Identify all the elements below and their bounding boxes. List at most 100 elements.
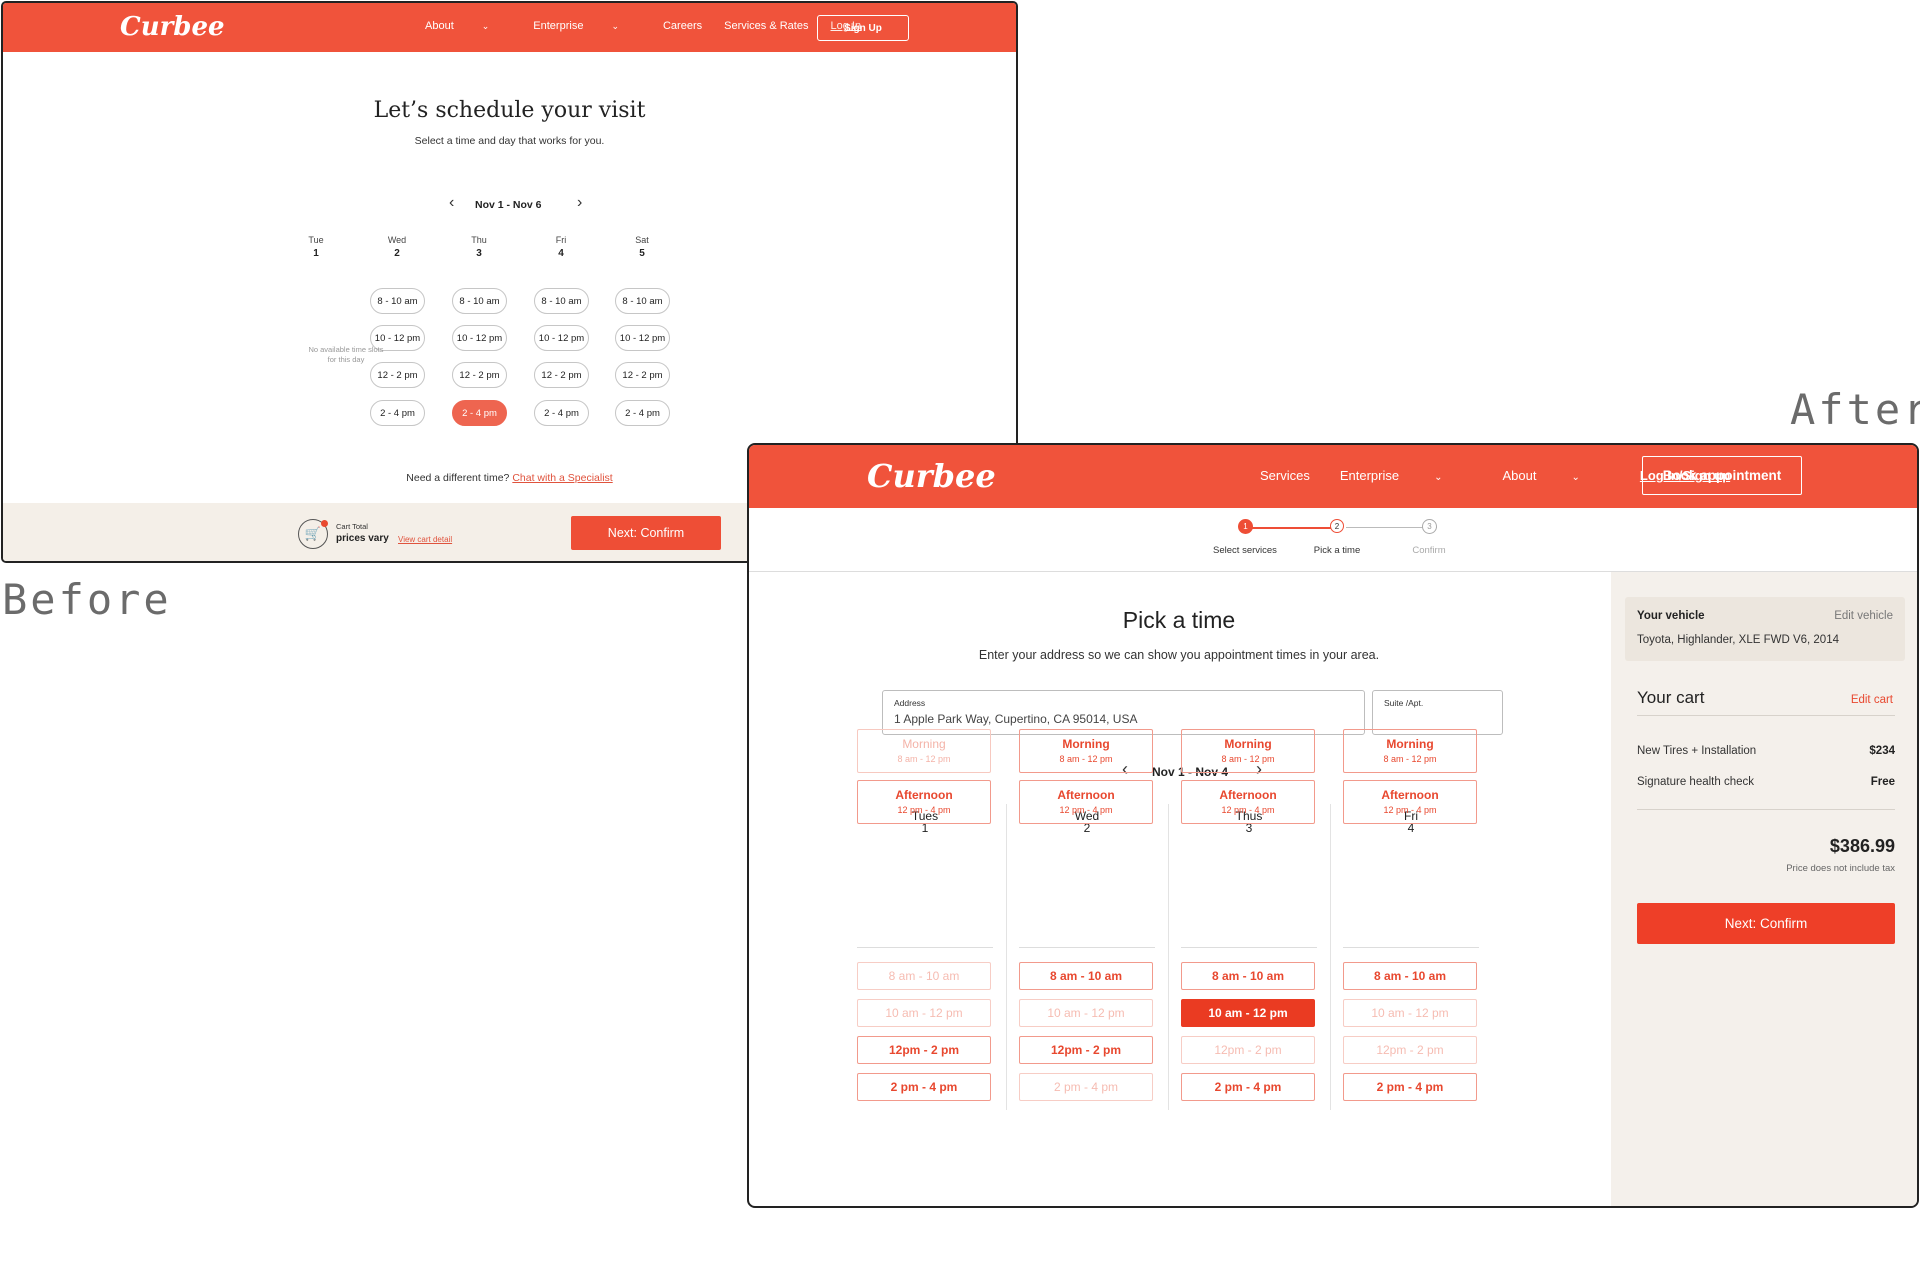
nav-enterprise[interactable]: Enterprise ⌄ bbox=[533, 20, 641, 32]
period-time: 12 pm - 4 pm bbox=[1383, 805, 1437, 815]
before-navbar: Curbee About ⌄ Enterprise ⌄ Careers Servic… bbox=[3, 3, 1016, 52]
time-slot-button[interactable]: 2 pm - 4 pm bbox=[857, 1073, 991, 1101]
day-header: Fri 4 bbox=[531, 235, 591, 259]
period-name: Morning bbox=[1224, 737, 1272, 751]
suite-label: Suite /Apt. bbox=[1384, 698, 1424, 708]
week-range: Nov 1 - Nov 6 bbox=[475, 199, 542, 211]
nav-enterprise[interactable]: Enterprise ⌄ bbox=[1340, 468, 1473, 483]
period-button[interactable]: Morning 8 am - 12 pm bbox=[857, 729, 991, 773]
time-slot-button[interactable]: 2 - 4 pm bbox=[534, 400, 589, 426]
time-slot-button[interactable]: 12 - 2 pm bbox=[370, 362, 425, 388]
time-slot-button[interactable]: 12pm - 2 pm bbox=[857, 1036, 991, 1064]
cart-title: Your cart bbox=[1637, 688, 1705, 707]
edit-cart-link[interactable]: Edit cart bbox=[1851, 694, 1893, 706]
period-button[interactable]: Afternoon 12 pm - 4 pm bbox=[1343, 780, 1477, 824]
time-slot-button[interactable]: 10 am - 12 pm bbox=[1181, 999, 1315, 1027]
day-date: 3 bbox=[476, 248, 482, 259]
time-slot-button[interactable]: 2 pm - 4 pm bbox=[1181, 1073, 1315, 1101]
time-slot-button[interactable]: 8 am - 10 am bbox=[1343, 962, 1477, 990]
time-slot-button[interactable]: 10 - 12 pm bbox=[615, 325, 670, 351]
time-slot-button[interactable]: 10 - 12 pm bbox=[534, 325, 589, 351]
next-week-icon[interactable]: › bbox=[577, 194, 582, 212]
time-slot-button[interactable]: 2 pm - 4 pm bbox=[1343, 1073, 1477, 1101]
step-3-circle: 3 bbox=[1422, 519, 1437, 534]
cart-total: $386.99 bbox=[1829, 836, 1895, 856]
time-slot-button[interactable]: 10 am - 12 pm bbox=[857, 999, 991, 1027]
day-name: Thu bbox=[471, 235, 487, 245]
day-name: Tue bbox=[308, 235, 324, 245]
section-divider bbox=[857, 947, 993, 948]
time-slot-button[interactable]: 12 - 2 pm bbox=[615, 362, 670, 388]
book-appointment-button[interactable]: Book appointment bbox=[1642, 456, 1802, 495]
day-date: 5 bbox=[639, 248, 645, 259]
period-time: 12 pm - 4 pm bbox=[1221, 805, 1275, 815]
nav-services-rates[interactable]: Services & Rates bbox=[724, 20, 808, 32]
step-3-label: Confirm bbox=[1412, 545, 1446, 556]
signup-button[interactable]: Sign Up bbox=[817, 15, 909, 41]
page-title: Pick a time bbox=[1122, 607, 1236, 633]
vehicle-value: Toyota, Highlander, XLE FWD V6, 2014 bbox=[1637, 634, 1839, 646]
cart-divider bbox=[1637, 715, 1895, 716]
column-separator bbox=[1006, 804, 1007, 1110]
after-logo[interactable]: Curbee bbox=[867, 457, 996, 495]
next-confirm-button[interactable]: Next: Confirm bbox=[1637, 903, 1895, 944]
day-header: Thu 3 bbox=[449, 235, 509, 259]
nav-services[interactable]: Services bbox=[1260, 468, 1310, 483]
day-name: Sat bbox=[635, 235, 649, 245]
after-navbar: Curbee Services Enterprise ⌄ About ⌄ Log I… bbox=[749, 445, 1917, 508]
time-slot-button[interactable]: 12pm - 2 pm bbox=[1343, 1036, 1477, 1064]
prev-week-icon[interactable]: ‹ bbox=[449, 194, 454, 212]
time-slot-button[interactable]: 12pm - 2 pm bbox=[1181, 1036, 1315, 1064]
period-button[interactable]: Afternoon 12 pm - 4 pm bbox=[1019, 780, 1153, 824]
next-confirm-button[interactable]: Next: Confirm bbox=[571, 516, 721, 550]
before-logo[interactable]: Curbee bbox=[120, 12, 225, 42]
nav-about[interactable]: About ⌄ bbox=[425, 20, 511, 32]
period-button[interactable]: Afternoon 12 pm - 4 pm bbox=[1181, 780, 1315, 824]
time-slot-button[interactable]: 8 - 10 am bbox=[534, 288, 589, 314]
time-slot-button[interactable]: 10 am - 12 pm bbox=[1343, 999, 1477, 1027]
time-slot-button[interactable]: 10 - 12 pm bbox=[452, 325, 507, 351]
address-value[interactable]: 1 Apple Park Way, Cupertino, CA 95014, U… bbox=[894, 712, 1137, 726]
period-time: 8 am - 12 pm bbox=[897, 754, 951, 764]
day-date: 1 bbox=[313, 248, 319, 259]
period-button[interactable]: Morning 8 am - 12 pm bbox=[1181, 729, 1315, 773]
period-button[interactable]: Morning 8 am - 12 pm bbox=[1019, 729, 1153, 773]
time-slot-button[interactable]: 2 - 4 pm bbox=[452, 400, 507, 426]
day-date: 2 bbox=[394, 248, 400, 259]
nav-careers[interactable]: Careers bbox=[663, 20, 702, 32]
time-slot-button[interactable]: 2 - 4 pm bbox=[370, 400, 425, 426]
day-date: 4 bbox=[558, 248, 564, 259]
time-slot-button[interactable]: 8 am - 10 am bbox=[857, 962, 991, 990]
time-slot-button[interactable]: 8 am - 10 am bbox=[1181, 962, 1315, 990]
day-name: Fri bbox=[555, 235, 567, 245]
vehicle-label: Your vehicle bbox=[1637, 610, 1705, 622]
time-slot-button[interactable]: 2 - 4 pm bbox=[615, 400, 670, 426]
time-slot-button[interactable]: 8 - 10 am bbox=[452, 288, 507, 314]
time-slot-button[interactable]: 8 - 10 am bbox=[615, 288, 670, 314]
section-divider bbox=[1019, 947, 1155, 948]
cart-badge bbox=[321, 520, 328, 527]
period-button[interactable]: Morning 8 am - 12 pm bbox=[1343, 729, 1477, 773]
time-slot-button[interactable]: 8 am - 10 am bbox=[1019, 962, 1153, 990]
period-time: 8 am - 12 pm bbox=[1383, 754, 1437, 764]
cart-total-label: Cart Total bbox=[336, 522, 368, 531]
period-time: 12 pm - 4 pm bbox=[1059, 805, 1113, 815]
view-cart-link[interactable]: View cart detail bbox=[398, 535, 452, 544]
edit-vehicle-link[interactable]: Edit vehicle bbox=[1834, 610, 1893, 622]
nav-about[interactable]: About ⌄ bbox=[1503, 468, 1610, 483]
time-slot-button[interactable]: 12 - 2 pm bbox=[534, 362, 589, 388]
period-button[interactable]: Afternoon 12 pm - 4 pm bbox=[857, 780, 991, 824]
cart-total-value: prices vary bbox=[336, 533, 389, 544]
period-name: Afternoon bbox=[1219, 788, 1277, 802]
period-time: 12 pm - 4 pm bbox=[897, 805, 951, 815]
step-1-label: Select services bbox=[1213, 545, 1277, 556]
period-name: Morning bbox=[1386, 737, 1434, 751]
step-2-circle: 2 bbox=[1330, 519, 1344, 533]
time-slot-button[interactable]: 10 am - 12 pm bbox=[1019, 999, 1153, 1027]
time-slot-button[interactable]: 2 pm - 4 pm bbox=[1019, 1073, 1153, 1101]
time-slot-button[interactable]: 12 - 2 pm bbox=[452, 362, 507, 388]
chat-specialist-link[interactable]: Chat with a Specialist bbox=[512, 472, 612, 484]
time-slot-button[interactable]: 8 - 10 am bbox=[370, 288, 425, 314]
progress-stepper bbox=[749, 508, 1917, 572]
time-slot-button[interactable]: 12pm - 2 pm bbox=[1019, 1036, 1153, 1064]
